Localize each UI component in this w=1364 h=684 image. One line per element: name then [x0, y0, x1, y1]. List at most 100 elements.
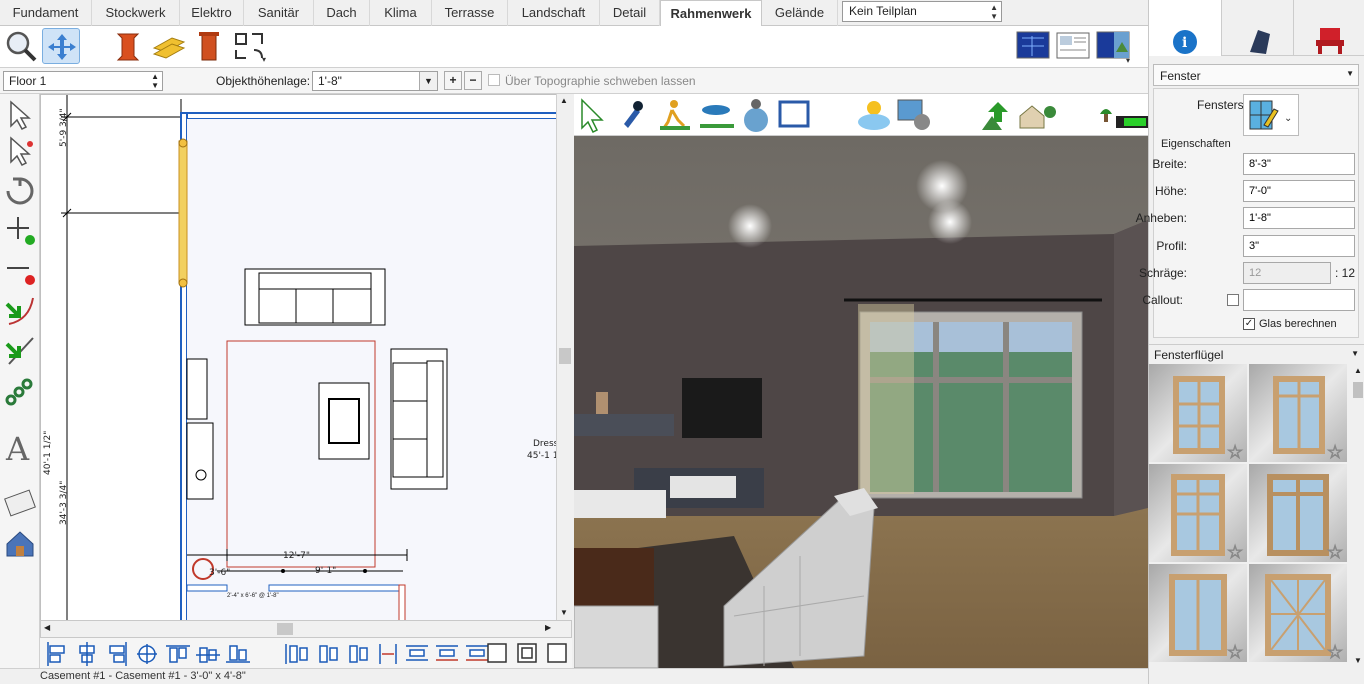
library-header[interactable]: Fensterflügel ▼ [1149, 344, 1364, 364]
scroll-right-icon[interactable]: ▶ [545, 623, 551, 632]
fit-box-icon[interactable] [486, 642, 508, 664]
svg-text:A: A [5, 430, 30, 464]
library-item[interactable]: ☆ [1149, 464, 1247, 563]
tab-fundament[interactable]: Fundament [0, 0, 92, 26]
distribute-top-icon[interactable] [406, 642, 428, 664]
plant-growth-slider[interactable] [1098, 100, 1148, 130]
align-left-icon[interactable] [48, 642, 70, 664]
tab-pen[interactable] [1221, 0, 1293, 56]
house-exterior-icon[interactable] [1016, 96, 1056, 134]
tab-terrasse[interactable]: Terrasse [432, 0, 508, 26]
walkthrough-icon[interactable] [658, 96, 692, 134]
tab-klima[interactable]: Klima [370, 0, 432, 26]
align-vcenter-icon[interactable] [198, 642, 220, 664]
callout-input[interactable] [1243, 289, 1355, 311]
split-view-icon[interactable]: ▾ [1094, 28, 1132, 65]
frame-box-icon[interactable] [546, 642, 568, 664]
distribute-bottom-icon[interactable] [466, 642, 488, 664]
arc-edit-icon[interactable] [3, 294, 37, 328]
add-point-icon[interactable] [3, 214, 37, 248]
plan-view-icon[interactable] [1014, 28, 1052, 64]
render-settings-icon[interactable] [896, 96, 930, 134]
svg-text:☆: ☆ [1227, 642, 1243, 662]
rotate-icon[interactable] [3, 174, 37, 208]
callout-checkbox[interactable] [1227, 294, 1239, 306]
orbit-icon[interactable] [740, 96, 774, 134]
library-scrollbar[interactable]: ▲ ▼ [1351, 364, 1364, 668]
tab-dach[interactable]: Dach [314, 0, 370, 26]
space-equal-icon[interactable] [376, 642, 398, 664]
house-icon[interactable] [3, 526, 37, 560]
scroll-down-icon[interactable]: ▼ [1354, 656, 1362, 665]
category-select[interactable]: Fenster ▼ [1153, 64, 1359, 86]
align-center-icon[interactable] [78, 642, 100, 664]
weather-icon[interactable] [856, 96, 890, 134]
library-item[interactable]: ☆ [1249, 364, 1347, 463]
tab-furniture[interactable] [1293, 0, 1364, 56]
3d-select-icon[interactable] [578, 96, 612, 134]
teilplan-select[interactable]: Kein Teilplan ▲ ▼ [842, 1, 1002, 22]
window-style-picker[interactable]: ⌄ [1243, 94, 1299, 136]
select-arrow-icon[interactable] [3, 98, 37, 132]
eyedropper-icon[interactable] [618, 96, 652, 134]
breite-input[interactable] [1243, 153, 1355, 175]
line-edit-icon[interactable] [3, 334, 37, 368]
tab-stockwerk[interactable]: Stockwerk [92, 0, 180, 26]
plus-button[interactable]: + [444, 71, 462, 90]
steel-beam-icon[interactable] [108, 28, 146, 64]
library-item[interactable]: ☆ [1149, 564, 1247, 663]
pan-icon[interactable] [42, 28, 80, 64]
topo-checkbox[interactable] [488, 74, 500, 86]
plan-footprint-icon[interactable] [778, 96, 812, 134]
fly-icon[interactable] [698, 96, 736, 134]
camera-film-icon[interactable] [3, 486, 37, 520]
height-input[interactable]: 1'-8" ▼ [312, 71, 438, 91]
minus-button[interactable]: − [464, 71, 482, 90]
library-item[interactable]: ☆ [1149, 364, 1247, 463]
nested-box-icon[interactable] [516, 642, 538, 664]
floor-select[interactable]: Floor 1 ▲ ▼ [3, 71, 163, 91]
floor-plan-view[interactable]: 5'-9 3/4" 40'-1 1/2" 34'-3 3/4" 12'-7" 9… [40, 94, 572, 638]
tab-landschaft[interactable]: Landschaft [508, 0, 600, 26]
tab-detail[interactable]: Detail [600, 0, 660, 26]
align-top-icon[interactable] [168, 642, 190, 664]
landscape-up-icon[interactable] [978, 96, 1012, 134]
chain-icon[interactable] [3, 374, 37, 408]
anheben-input[interactable] [1243, 207, 1355, 229]
library-item[interactable]: ☆ [1249, 464, 1347, 563]
tab-rahmenwerk[interactable]: Rahmenwerk [660, 0, 762, 27]
plan-horizontal-scrollbar[interactable]: ◀ ▶ [40, 620, 572, 638]
distribute-horizontal-icon[interactable] [286, 642, 308, 664]
3d-render-view[interactable] [574, 136, 1148, 668]
scroll-thumb[interactable] [559, 348, 571, 364]
delete-point-icon[interactable] [3, 254, 37, 288]
library-item[interactable]: ☆ [1249, 564, 1347, 663]
scroll-down-icon[interactable]: ▼ [560, 608, 568, 617]
align-middle-icon[interactable] [138, 642, 160, 664]
profil-input[interactable] [1243, 235, 1355, 257]
scroll-left-icon[interactable]: ◀ [44, 623, 50, 632]
glass-checkbox[interactable]: ✓ [1243, 318, 1255, 330]
scroll-up-icon[interactable]: ▲ [1354, 366, 1362, 375]
text-icon[interactable]: A [3, 430, 37, 468]
align-bottom-icon[interactable] [228, 642, 250, 664]
scroll-thumb[interactable] [277, 623, 293, 635]
scroll-up-icon[interactable]: ▲ [560, 96, 568, 105]
scroll-thumb[interactable] [1353, 382, 1363, 398]
hoehe-input[interactable] [1243, 180, 1355, 202]
plan-vertical-scrollbar[interactable]: ▲ ▼ [556, 94, 572, 620]
align-right-icon[interactable] [108, 642, 130, 664]
tab-gelaende[interactable]: Gelände [762, 0, 838, 26]
framing-shapes-icon[interactable]: ▾ [232, 28, 270, 64]
tab-sanitaer[interactable]: Sanitär [244, 0, 314, 26]
tab-info[interactable]: i [1149, 0, 1221, 56]
tab-elektro[interactable]: Elektro [180, 0, 244, 26]
distribute-center-icon[interactable] [316, 642, 338, 664]
zoom-icon[interactable] [2, 28, 40, 64]
distribute-vcenter-icon[interactable] [436, 642, 458, 664]
layout-view-icon[interactable] [1054, 28, 1092, 64]
joist-icon[interactable] [150, 28, 188, 64]
post-icon[interactable] [190, 28, 228, 64]
distribute-right-icon[interactable] [346, 642, 368, 664]
select-multi-icon[interactable] [3, 134, 37, 168]
